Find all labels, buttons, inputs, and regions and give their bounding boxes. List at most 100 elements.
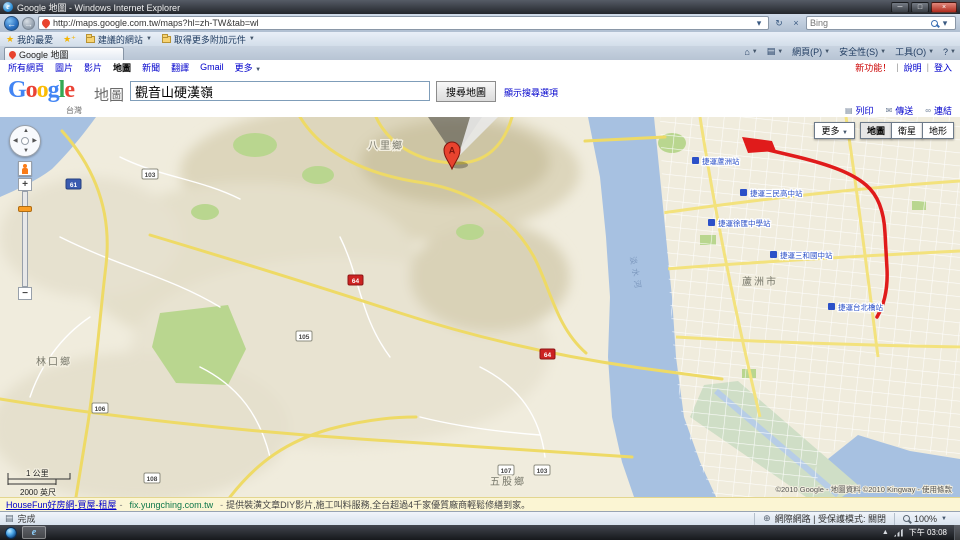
system-tray: ▲: [882, 529, 903, 537]
print-button[interactable]: ▤ ▼: [767, 46, 783, 57]
web-search-input[interactable]: [810, 18, 931, 28]
search-provider-dropdown-icon[interactable]: ▾: [938, 17, 952, 30]
ad-title-link[interactable]: HouseFun好房網-買屋-租屋: [6, 498, 117, 511]
svg-text:103: 103: [537, 468, 548, 475]
road-shield: 103: [142, 169, 158, 179]
new-features-link[interactable]: 新功能！: [855, 61, 891, 74]
nav-link-more[interactable]: 更多 ▼: [235, 61, 261, 74]
map-search-input[interactable]: [130, 81, 430, 101]
favbar-item-more-addons[interactable]: 取得更多附加元件 ▼: [162, 33, 255, 46]
ad-bar: HouseFun好房網-買屋-租屋 - fix.yungching.com.tw…: [0, 497, 960, 511]
district-label: 五股鄉: [490, 475, 526, 488]
start-button[interactable]: [5, 527, 17, 539]
svg-text:A: A: [449, 146, 456, 156]
window-titlebar: e Google 地圖 - Windows Internet Explorer …: [0, 0, 960, 14]
nav-link-videos[interactable]: 影片: [84, 61, 102, 74]
road-shield: 106: [92, 403, 108, 413]
zoom-out-button[interactable]: −: [18, 287, 32, 300]
nav-link-web[interactable]: 所有網頁: [8, 61, 44, 74]
send-link[interactable]: ✉ 傳送: [886, 104, 914, 117]
pan-center-button[interactable]: [21, 137, 29, 145]
road-shield: 108: [144, 473, 160, 483]
taskbar-ie-button[interactable]: e: [22, 526, 46, 539]
show-desktop-button[interactable]: [954, 525, 960, 540]
web-search-box[interactable]: ▾: [806, 16, 956, 30]
url-dropdown-icon[interactable]: ▾: [752, 17, 766, 30]
forward-button[interactable]: →: [22, 17, 35, 30]
zoom-icon: [903, 515, 910, 522]
district-label: 八里鄉: [368, 139, 404, 152]
svg-text:2000 英尺: 2000 英尺: [20, 487, 56, 497]
station-label: 捷運三和國中站: [770, 250, 833, 260]
zoom-slider[interactable]: [22, 191, 28, 287]
tools-menu-button[interactable]: 工具(O) ▼: [895, 45, 934, 58]
chevron-down-icon: ▼: [941, 516, 947, 522]
favorites-button[interactable]: ★ 我的最愛: [6, 33, 53, 46]
search-map-button[interactable]: 搜尋地圖: [436, 81, 496, 102]
map-type-buttons: 更多 ▼ 地圖 衛星 地形: [814, 122, 954, 139]
google-maps-logo: Google: [8, 77, 74, 104]
page-favicon: [40, 17, 51, 28]
map-action-links: ▤ 列印 ✉ 傳送 ∞ 連結: [845, 104, 952, 117]
gbar-right-links: 新功能！ | 說明 | 登入: [855, 61, 952, 74]
help-link[interactable]: 說明: [904, 61, 922, 74]
close-button[interactable]: ×: [931, 2, 957, 13]
map-view-button[interactable]: 地圖: [860, 122, 892, 139]
print-link[interactable]: ▤ 列印: [845, 104, 874, 117]
windows-taskbar: e ▲ 下午 03:08: [0, 525, 960, 540]
help-button[interactable]: ? ▼: [943, 47, 956, 57]
tab-favicon: [8, 49, 18, 59]
stop-button[interactable]: ×: [789, 17, 803, 30]
minimize-button[interactable]: ─: [891, 2, 909, 13]
zoom-control[interactable]: 100% ▼: [894, 513, 955, 525]
pan-up-icon[interactable]: ▲: [23, 128, 29, 134]
zoom-in-button[interactable]: +: [18, 178, 32, 191]
search-icon[interactable]: [931, 20, 938, 27]
more-layers-button[interactable]: 更多 ▼: [814, 122, 854, 139]
show-search-options-link[interactable]: 顯示搜尋選項: [504, 86, 558, 99]
svg-text:106: 106: [95, 406, 106, 413]
folder-icon: [86, 36, 95, 43]
link-link[interactable]: ∞ 連結: [925, 104, 952, 117]
pan-control[interactable]: ▲ ▼ ◀ ▶: [9, 125, 41, 157]
nav-link-images[interactable]: 圖片: [55, 61, 73, 74]
mail-icon: ✉: [886, 106, 893, 115]
terrain-view-button[interactable]: 地形: [922, 122, 954, 139]
road-shield: 105: [296, 331, 312, 341]
url-box[interactable]: ▾: [38, 16, 769, 30]
back-button[interactable]: ←: [4, 16, 19, 31]
pan-right-icon[interactable]: ▶: [32, 138, 37, 144]
map-canvas[interactable]: 61 64 64 103 105 106 107 108 103 八里鄉 林口鄉…: [0, 117, 960, 497]
maximize-button[interactable]: □: [911, 2, 929, 13]
safety-menu-button[interactable]: 安全性(S) ▼: [839, 45, 886, 58]
taskbar-clock[interactable]: 下午 03:08: [909, 527, 947, 538]
nav-link-translate[interactable]: 翻譯: [171, 61, 189, 74]
network-icon[interactable]: [894, 529, 903, 537]
tab-google-maps[interactable]: Google 地圖: [4, 47, 124, 60]
favbar-item-suggested-sites[interactable]: 建議的網站 ▼: [86, 33, 152, 46]
pegman-control[interactable]: [18, 161, 32, 176]
chevron-down-icon: ▼: [824, 49, 830, 55]
page-icon: ▤: [5, 513, 14, 524]
tray-expand-icon[interactable]: ▲: [882, 529, 889, 536]
svg-text:捷運三和國中站: 捷運三和國中站: [780, 250, 833, 260]
svg-text:103: 103: [145, 172, 156, 179]
page-menu-button[interactable]: 網頁(P) ▼: [792, 45, 830, 58]
print-icon: ▤: [767, 46, 776, 57]
nav-link-gmail[interactable]: Gmail: [200, 62, 224, 72]
add-favorite-icon[interactable]: ★⁺: [63, 34, 76, 45]
url-input[interactable]: [53, 18, 752, 28]
pan-down-icon[interactable]: ▼: [23, 148, 29, 154]
map-viewport[interactable]: 61 64 64 103 105 106 107 108 103 八里鄉 林口鄉…: [0, 117, 960, 497]
svg-text:捷運徐匯中學站: 捷運徐匯中學站: [718, 218, 771, 228]
sign-in-link[interactable]: 登入: [934, 61, 952, 74]
nav-link-news[interactable]: 新聞: [142, 61, 160, 74]
svg-text:61: 61: [70, 182, 78, 189]
pan-left-icon[interactable]: ◀: [13, 138, 18, 144]
refresh-button[interactable]: ↻: [772, 17, 786, 30]
satellite-view-button[interactable]: 衛星: [891, 122, 923, 139]
zoom-slider-handle[interactable]: [18, 206, 32, 212]
home-button[interactable]: ⌂ ▼: [744, 47, 757, 57]
help-icon: ?: [943, 47, 948, 57]
road-shield: 103: [534, 465, 550, 475]
